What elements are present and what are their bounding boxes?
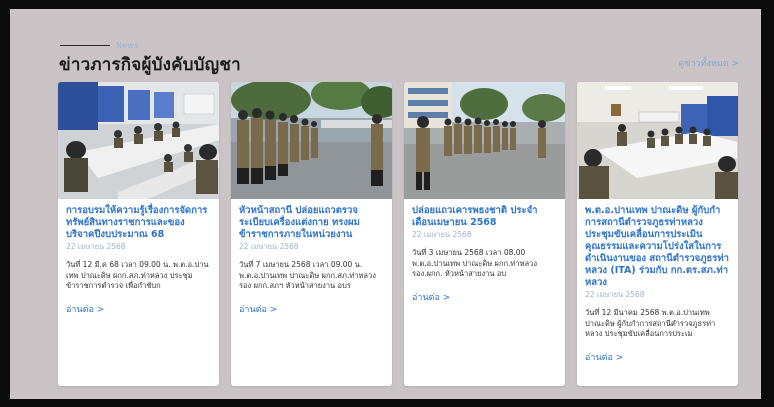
news-excerpt: วันที่ 12 มี.ค 68 เวลา 09.00 น. พ.ต.อ.ปา… <box>66 260 209 290</box>
news-date: 22 เมษายน 2568 <box>412 230 472 239</box>
read-more-link[interactable]: อ่านต่อ > <box>239 302 384 316</box>
news-date: 22 เมษายน 2568 <box>239 242 299 251</box>
news-card[interactable]: พ.ต.อ.ปานเทพ ปาณะดิษ ผู้กับกำการสถานีตำร… <box>577 82 738 386</box>
eyebrow-label: News <box>116 40 139 50</box>
read-more-link[interactable]: อ่านต่อ > <box>66 302 211 316</box>
news-excerpt: วันที่ 7 เมษายน 2568 เวลา 09.00 น. พ.ต.อ… <box>239 260 376 290</box>
news-title[interactable]: พ.ต.อ.ปานเทพ ปาณะดิษ ผู้กับกำการสถานีตำร… <box>585 205 730 289</box>
news-title[interactable]: ปล่อยแถวเคารพธงชาติ ประจำเดือนเมษายน 256… <box>412 205 557 229</box>
news-photo-meeting-room[interactable] <box>58 82 219 199</box>
news-card[interactable]: หัวหน้าสถานี ปล่อยแถวตรวจระเบียบเครื่องแ… <box>231 82 392 386</box>
news-date: 22 เมษายน 2568 <box>66 242 126 251</box>
view-all-news-link[interactable]: ดูข่าวทั้งหมด > <box>678 56 739 70</box>
read-more-link[interactable]: อ่านต่อ > <box>412 290 557 304</box>
section-eyebrow: News <box>60 39 139 51</box>
news-photo-flag-ceremony[interactable] <box>404 82 565 199</box>
news-section: News ข่าวภารกิจผู้บังคับบัญชา ดูข่าวทั้ง… <box>10 9 761 399</box>
eyebrow-line <box>60 44 110 46</box>
news-photo-uniform-inspection[interactable] <box>231 82 392 199</box>
news-title[interactable]: หัวหน้าสถานี ปล่อยแถวตรวจระเบียบเครื่องแ… <box>239 205 384 241</box>
news-photo-ita-meeting[interactable] <box>577 82 738 199</box>
news-date: 22 เมษายน 2568 <box>585 290 645 299</box>
news-card[interactable]: ปล่อยแถวเคารพธงชาติ ประจำเดือนเมษายน 256… <box>404 82 565 386</box>
news-excerpt: วันที่ 3 เมษายน 2568 เวลา 08.00 พ.ต.อ.ปา… <box>412 248 537 278</box>
news-card[interactable]: การอบรมให้ความรู้เรื่องการจัดการทรัพย์สิ… <box>58 82 219 386</box>
news-title[interactable]: การอบรมให้ความรู้เรื่องการจัดการทรัพย์สิ… <box>66 205 211 241</box>
section-title: ข่าวภารกิจผู้บังคับบัญชา <box>59 55 241 75</box>
news-excerpt: วันที่ 12 มีนาคม 2568 พ.ต.อ.ปานเทพ ปาณะด… <box>585 308 716 338</box>
read-more-link[interactable]: อ่านต่อ > <box>585 350 730 364</box>
